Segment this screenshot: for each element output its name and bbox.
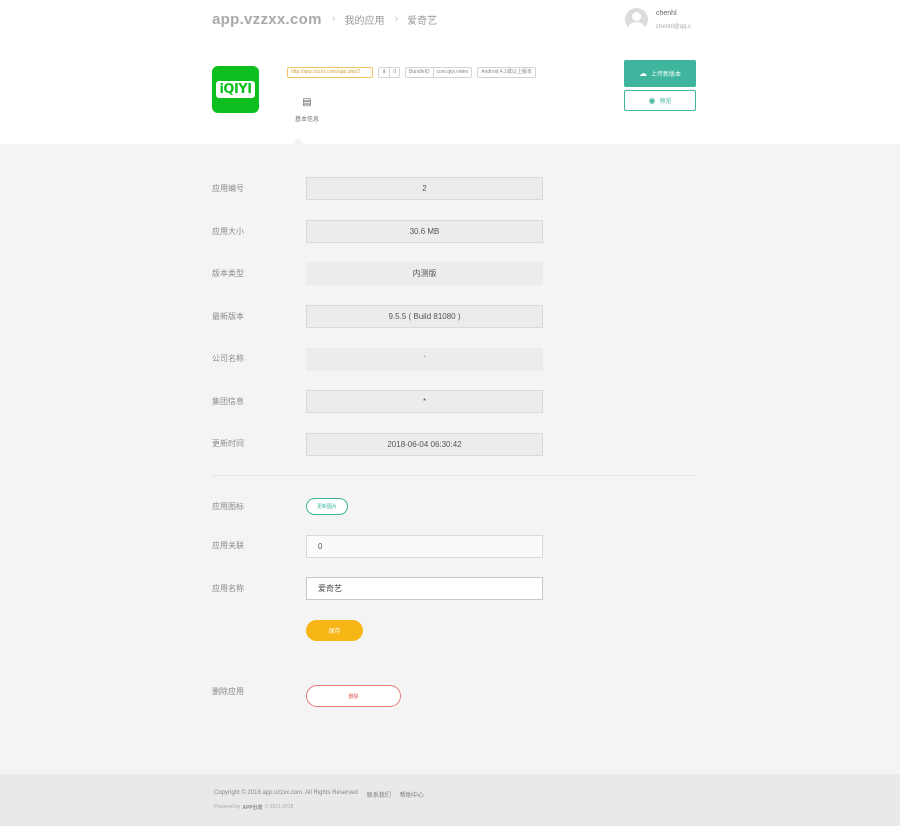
footer-links: Copyright © 2018 app.vzzxx.com. All Righ… (214, 790, 424, 799)
app-size-value: 30.6 MB (306, 220, 543, 243)
group-info-label: 集团信息 (212, 397, 244, 406)
update-time-value: 2018-06-04 06:30:42 (306, 433, 543, 456)
breadcrumb: app.vzzxx.com › 我的应用 › 爱奇艺 (212, 10, 437, 28)
eye-icon: ◉ (648, 95, 656, 105)
android-version-tag: Android 4.1或以上版本 (477, 67, 536, 78)
section-divider (212, 475, 696, 476)
app-size-label: 应用大小 (212, 227, 244, 236)
version-type-label: 版本类型 (212, 269, 244, 278)
user-email: chenhl@qq.c (656, 24, 692, 30)
powered-by: Powered by APP分发 © 2011-2018 (214, 804, 293, 811)
app-link-label: 应用关联 (212, 541, 244, 550)
user-menu[interactable]: chenhl chenhl@qq.c (625, 8, 691, 31)
save-button[interactable]: 保存 (306, 620, 363, 641)
app-link-value: 0 (306, 535, 543, 558)
app-url-tag[interactable]: http://app.vzzxx.com/app.php/2 (287, 67, 373, 78)
preview-button[interactable]: ◉ 预览 (624, 90, 696, 111)
bundle-id-value: com.qiyi.video (433, 67, 473, 78)
site-brand-link[interactable]: app.vzzxx.com (212, 11, 322, 28)
user-info: chenhl chenhl@qq.c (656, 8, 691, 31)
avatar[interactable] (625, 8, 648, 31)
tab-active-caret (292, 138, 304, 144)
document-icon: ▤ (302, 97, 312, 108)
update-icon-button[interactable]: 更新图片 (306, 498, 348, 515)
chevron-right-icon: › (394, 13, 399, 25)
tab-basic-info-label: 基本信息 (294, 117, 319, 123)
app-name-input[interactable] (306, 577, 543, 600)
version-type-value: 内测版 (306, 262, 543, 285)
company-name-label: 公司名称 (212, 354, 244, 363)
powered-by-brand: APP分发 (242, 805, 263, 811)
preview-label: 预览 (659, 99, 672, 105)
bundle-id-tag: BundleID com.qiyi.video (404, 67, 473, 78)
app-icon-label: 应用图标 (212, 502, 244, 511)
powered-by-prefix: Powered by (214, 804, 241, 810)
cloud-upload-icon: ☁ (638, 68, 647, 78)
group-info-value: * (306, 390, 543, 413)
copyright-text: Copyright © 2018 app.vzzxx.com. All Righ… (214, 790, 358, 796)
footer: Copyright © 2018 app.vzzxx.com. All Righ… (0, 774, 900, 826)
latest-version-label: 最新版本 (212, 312, 244, 321)
delete-app-label: 删除应用 (212, 687, 244, 696)
tab-basic-info[interactable]: ▤ 基本信息 (286, 97, 328, 123)
iqiyi-logo-icon: iQIYI (216, 81, 255, 98)
bundle-id-label: BundleID (404, 67, 434, 78)
download-count-tag: ⬇ 0 (378, 67, 400, 78)
upload-new-version-label: 上传新版本 (650, 72, 681, 78)
upload-new-version-button[interactable]: ☁ 上传新版本 (624, 60, 696, 87)
breadcrumb-my-apps[interactable]: 我的应用 (344, 12, 384, 27)
contact-us-link[interactable]: 联系我们 (367, 790, 391, 799)
latest-version-value: 9.5.5 ( Build 81080 ) (306, 305, 543, 328)
app-icon: iQIYI (212, 66, 259, 113)
breadcrumb-current-app: 爱奇艺 (407, 15, 438, 27)
app-id-label: 应用编号 (212, 184, 244, 193)
chevron-right-icon: › (331, 13, 336, 25)
app-id-value: 2 (306, 177, 543, 200)
powered-by-suffix: © 2011-2018 (264, 804, 294, 810)
company-name-value: ` (306, 348, 543, 371)
download-icon: ⬇ (382, 69, 387, 75)
help-center-link[interactable]: 帮助中心 (400, 790, 424, 799)
header: app.vzzxx.com › 我的应用 › 爱奇艺 chenhl chenhl… (0, 0, 900, 144)
download-count: 0 (389, 68, 399, 77)
app-name-label: 应用名称 (212, 584, 244, 593)
user-name: chenhl (656, 10, 677, 17)
update-time-label: 更新时间 (212, 439, 244, 448)
delete-app-button[interactable]: 删除 (306, 685, 401, 707)
app-tags: http://app.vzzxx.com/app.php/2 ⬇ 0 Bundl… (287, 67, 536, 78)
